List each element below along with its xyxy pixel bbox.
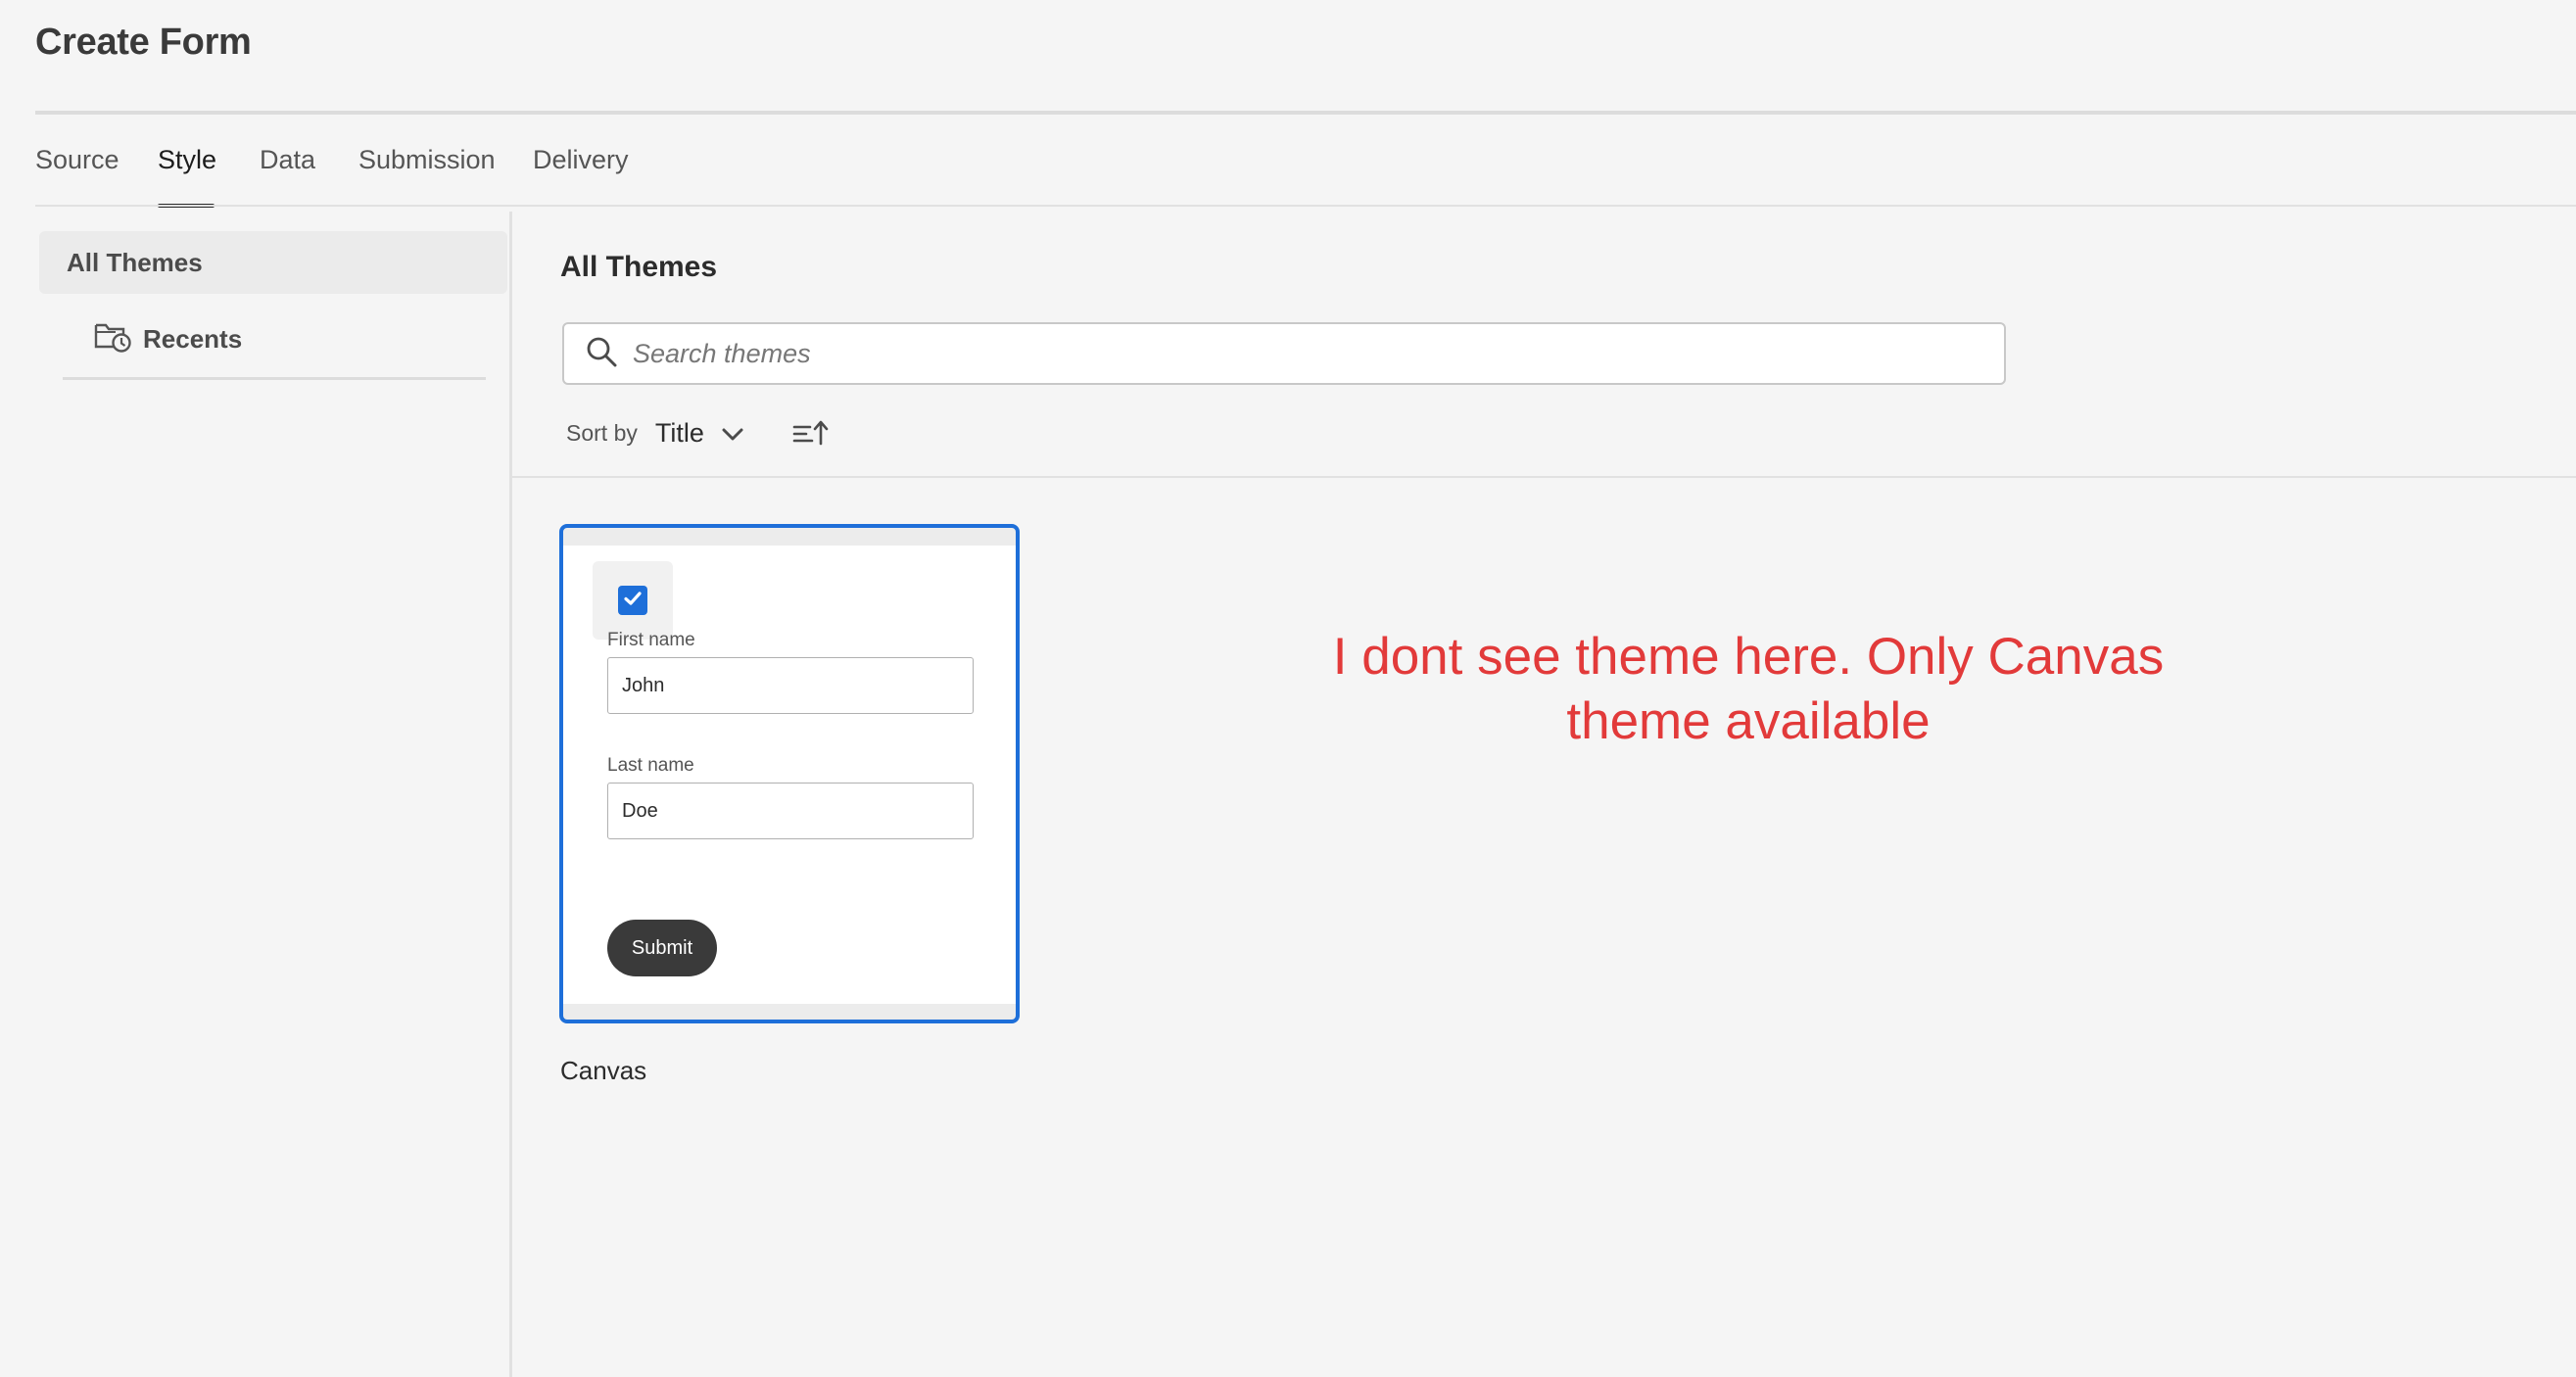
sidebar-item-label: All Themes: [67, 247, 203, 277]
search-icon: [586, 336, 617, 372]
sidebar-divider: [63, 377, 486, 380]
tab-bar: Source Style Data Submission Delivery: [35, 137, 2576, 208]
checkmark-icon: [622, 588, 644, 614]
theme-card-canvas[interactable]: First name John Last name Doe Submit: [559, 524, 1020, 1023]
preview-field: John: [607, 657, 974, 714]
tab-submission[interactable]: Submission: [358, 145, 496, 175]
header-divider: [35, 111, 2576, 115]
preview-field-label: Last name: [607, 755, 694, 776]
theme-preview: First name John Last name Doe Submit: [563, 546, 1016, 1004]
preview-field: Doe: [607, 783, 974, 839]
tab-style[interactable]: Style: [158, 145, 216, 175]
search-box[interactable]: [562, 322, 2006, 385]
search-input[interactable]: [633, 326, 2004, 381]
theme-name: Canvas: [560, 1056, 647, 1085]
sort-controls: Sort by Title: [566, 411, 830, 454]
page-title: Create Form: [35, 22, 252, 63]
tab-data[interactable]: Data: [260, 145, 315, 175]
sidebar-item-all-themes[interactable]: All Themes: [39, 231, 507, 294]
preview-field-label: First name: [607, 630, 695, 650]
tab-source[interactable]: Source: [35, 145, 119, 175]
tab-delivery[interactable]: Delivery: [533, 145, 629, 175]
chevron-down-icon: [722, 418, 743, 449]
sort-ascending-icon[interactable]: [792, 418, 830, 448]
sidebar-item-label: Recents: [143, 323, 243, 354]
annotation-text: I dont see theme here. Only Canvas theme…: [1205, 625, 2292, 754]
sort-label: Sort by: [566, 419, 638, 446]
preview-checkbox: [618, 586, 647, 615]
sidebar-item-recents[interactable]: Recents: [94, 311, 242, 366]
section-title: All Themes: [560, 251, 718, 283]
annotation-line: theme available: [1566, 692, 1931, 750]
create-form-page: Create Form Source Style Data Submission…: [0, 0, 2576, 1377]
sort-by-dropdown[interactable]: Title: [655, 418, 743, 449]
sidebar-border: [509, 212, 512, 1377]
sort-value: Title: [654, 417, 704, 448]
tabs-divider: [35, 205, 2576, 207]
folder-clock-icon: [94, 319, 131, 359]
content-divider: [512, 476, 2576, 478]
annotation-line: I dont see theme here. Only Canvas: [1332, 628, 2165, 686]
preview-submit-button: Submit: [607, 920, 717, 976]
preview-checkbox-container: [593, 561, 673, 640]
